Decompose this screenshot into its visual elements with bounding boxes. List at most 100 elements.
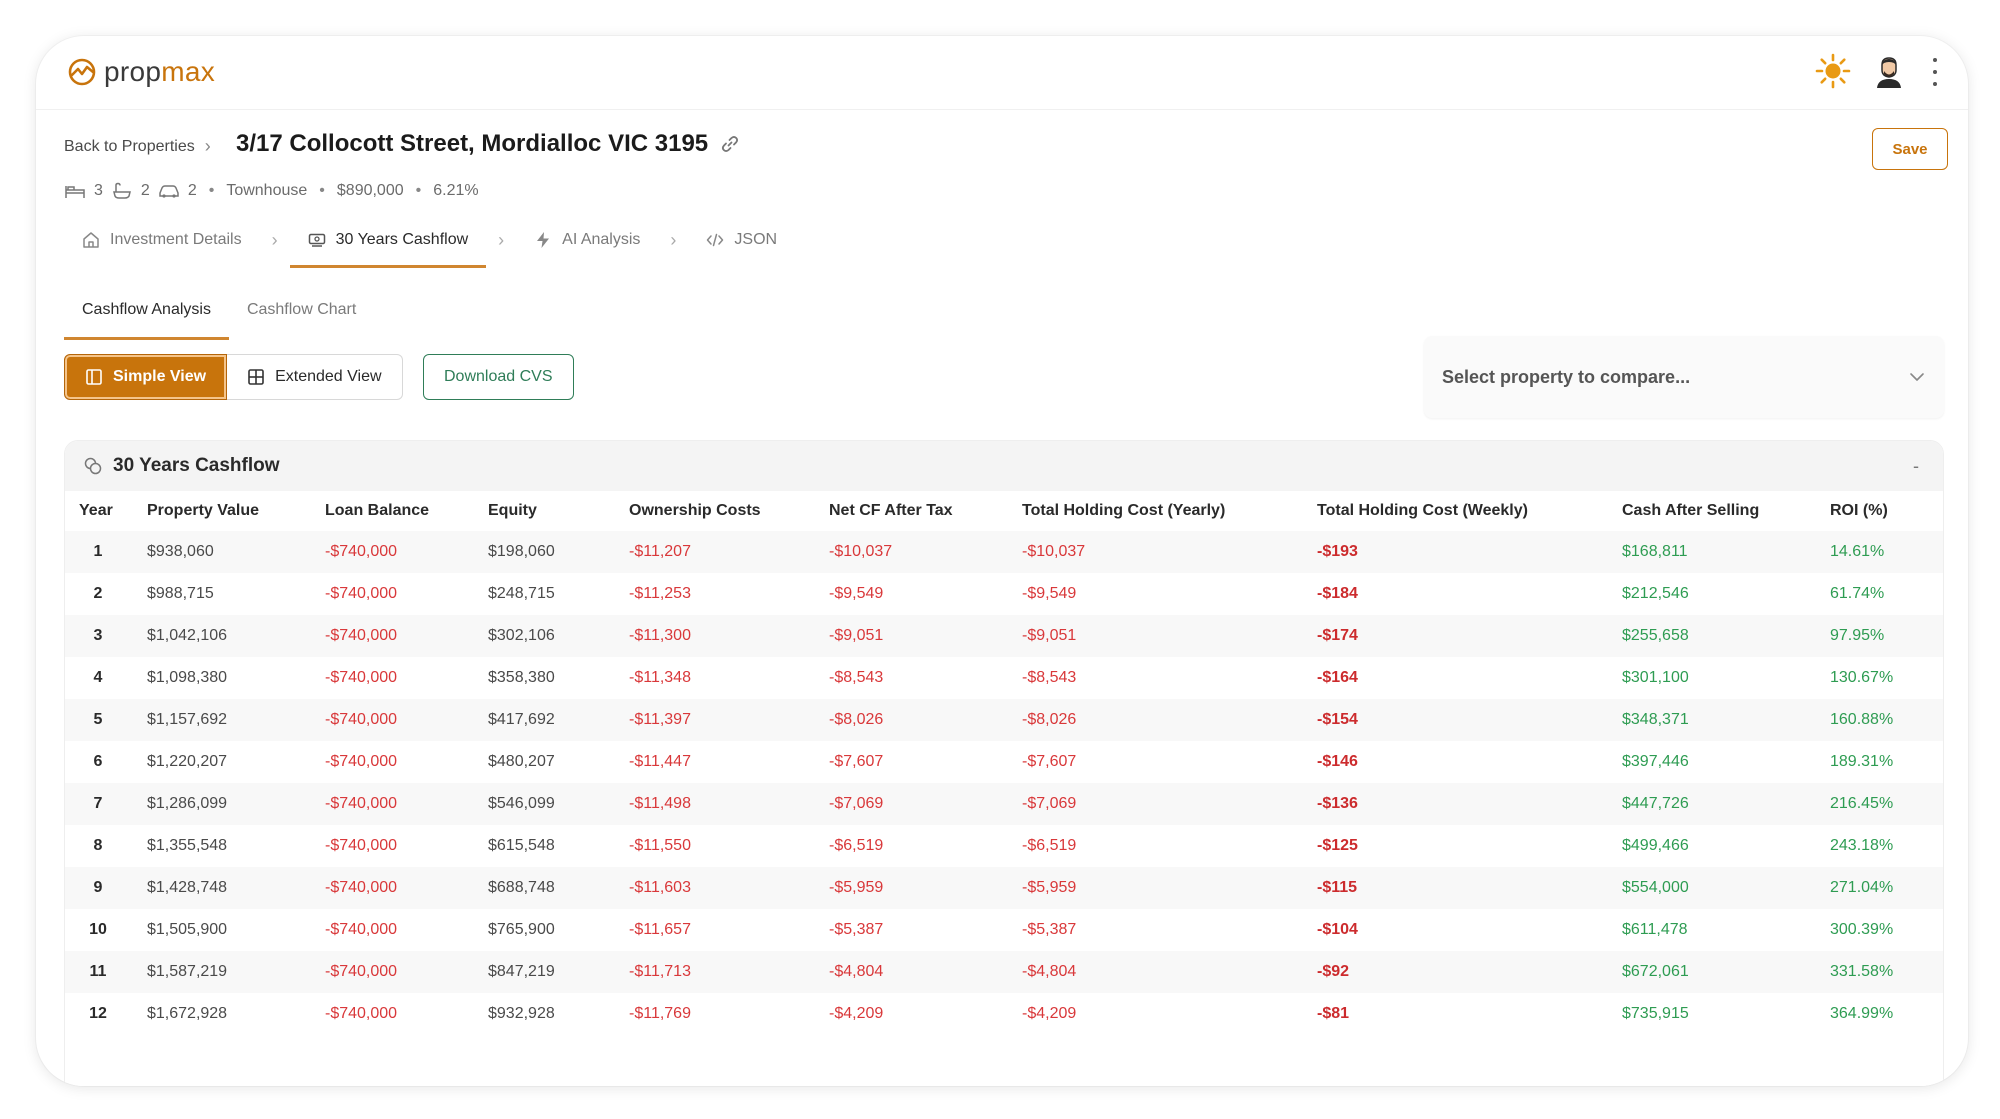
column-header[interactable]: Ownership Costs [613,491,813,531]
simple-view-label: Simple View [113,368,207,385]
loan-balance-cell: -$740,000 [325,627,398,644]
table-row: 2 $988,715 -$740,000 $248,715 -$11,253 -… [65,573,1943,615]
column-header[interactable]: Net CF After Tax [813,491,1006,531]
ownership-costs-cell: -$11,603 [629,879,691,896]
loan-balance-cell: -$740,000 [325,1005,398,1022]
link-icon[interactable] [720,134,740,154]
net-cf-cell: -$10,037 [829,543,893,560]
holding-weekly-cell: -$125 [1317,837,1358,854]
cashflow-table: Year Property Value Loan Balance Equity … [65,491,1943,1035]
coins-icon [84,457,102,475]
tab-json[interactable]: JSON [688,212,795,268]
holding-yearly-cell: -$4,804 [1022,963,1077,980]
column-header[interactable]: ROI (%) [1814,491,1943,531]
car-icon [159,185,179,198]
compare-property-select[interactable]: Select property to compare... [1424,336,1944,418]
net-cf-cell: -$7,607 [829,753,884,770]
net-cf-cell: -$9,051 [829,627,884,644]
tab-investment-details[interactable]: Investment Details [64,212,260,268]
download-csv-button[interactable]: Download CVS [423,354,574,400]
holding-yearly-cell: -$8,026 [1022,711,1077,728]
separator-dot: • [208,182,215,199]
theme-toggle-sun-icon[interactable] [1814,52,1852,90]
year-cell: 6 [93,753,103,770]
chevron-down-icon [1910,373,1924,381]
beds-count: 3 [94,182,103,199]
cash-after-selling-cell: $212,546 [1622,585,1689,602]
top-bar: propmax [36,36,1968,110]
user-avatar-icon[interactable] [1874,56,1904,88]
back-to-properties-link[interactable]: Back to Properties › [64,136,211,157]
tab-label: 30 Years Cashflow [335,231,469,248]
cash-after-selling-cell: $672,061 [1622,963,1689,980]
panel-header[interactable]: 30 Years Cashflow - [65,441,1943,491]
net-cf-cell: -$9,549 [829,585,884,602]
column-header[interactable]: Year [65,491,131,531]
property-type: Townhouse [226,182,308,199]
tab-30-years-cashflow[interactable]: 30 Years Cashflow [289,212,487,268]
column-header[interactable]: Total Holding Cost (Yearly) [1006,491,1301,531]
roi-cell: 14.61% [1830,543,1885,560]
column-header[interactable]: Loan Balance [309,491,472,531]
net-cf-cell: -$4,209 [829,1005,884,1022]
bath-icon [112,182,131,199]
page-title: 3/17 Collocott Street, Mordialloc VIC 31… [236,130,740,158]
more-menu-icon[interactable] [1930,58,1940,86]
logo[interactable]: propmax [66,56,215,88]
extended-view-label: Extended View [275,368,382,385]
property-meta: 3 2 2 • Townhouse • $890,000 • 6.21% [64,182,479,200]
column-header[interactable]: Equity [472,491,613,531]
year-cell: 1 [93,543,103,560]
roi-cell: 216.45% [1830,795,1894,812]
save-button[interactable]: Save [1872,128,1948,170]
holding-yearly-cell: -$9,051 [1022,627,1077,644]
year-cell: 3 [93,627,103,644]
property-value-cell: $938,060 [147,543,214,560]
equity-cell: $546,099 [488,795,555,812]
roi-cell: 300.39% [1830,921,1894,938]
loan-balance-cell: -$740,000 [325,543,398,560]
table-row: 3 $1,042,106 -$740,000 $302,106 -$11,300… [65,615,1943,657]
ownership-costs-cell: -$11,207 [629,543,691,560]
holding-weekly-cell: -$154 [1317,711,1358,728]
holding-weekly-cell: -$174 [1317,627,1358,644]
column-header[interactable]: Property Value [131,491,309,531]
cars-count: 2 [187,182,197,199]
cash-after-selling-cell: $168,811 [1622,543,1688,560]
collapse-toggle[interactable]: - [1913,456,1919,477]
equity-cell: $358,380 [488,669,555,686]
property-value-cell: $1,505,900 [147,921,228,938]
tab-cashflow-analysis[interactable]: Cashflow Analysis [64,286,229,340]
home-icon [83,232,99,248]
table-row: 6 $1,220,207 -$740,000 $480,207 -$11,447… [65,741,1943,783]
roi-cell: 97.95% [1830,627,1885,644]
tab-ai-analysis[interactable]: AI Analysis [516,212,658,268]
loan-balance-cell: -$740,000 [325,963,398,980]
column-header[interactable]: Total Holding Cost (Weekly) [1301,491,1606,531]
tab-cashflow-chart[interactable]: Cashflow Chart [229,286,374,334]
cashflow-table-panel: 30 Years Cashflow - Year Property Value … [64,440,1944,1086]
column-header[interactable]: Cash After Selling [1606,491,1814,531]
compare-placeholder: Select property to compare... [1442,366,1691,387]
logo-text: propmax [104,56,216,87]
year-cell: 5 [93,711,103,728]
columns-icon [86,369,102,385]
net-cf-cell: -$8,543 [829,669,884,686]
holding-yearly-cell: -$10,037 [1022,543,1086,560]
loan-balance-cell: -$740,000 [325,879,398,896]
simple-view-button[interactable]: Simple View [64,354,228,400]
holding-yearly-cell: -$7,069 [1022,795,1077,812]
ownership-costs-cell: -$11,300 [629,627,691,644]
extended-view-button[interactable]: Extended View [227,354,403,400]
ownership-costs-cell: -$11,713 [629,963,691,980]
holding-yearly-cell: -$4,209 [1022,1005,1077,1022]
net-cf-cell: -$4,804 [829,963,884,980]
year-cell: 8 [93,837,103,854]
cash-after-selling-cell: $554,000 [1622,879,1689,896]
view-toggle-group: Simple View Extended View [64,354,403,400]
equity-cell: $932,928 [488,1005,555,1022]
cash-after-selling-cell: $735,915 [1622,1005,1689,1022]
roi-cell: 271.04% [1830,879,1894,896]
ownership-costs-cell: -$11,348 [629,669,691,686]
separator-dot: • [319,182,325,199]
